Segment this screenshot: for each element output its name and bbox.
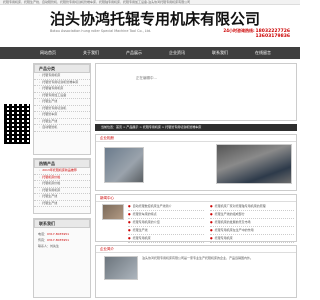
sidebar-products-title: 产品分类: [34, 64, 90, 73]
sidebar-hot-list: 热销产品 2013年托辊机床新品推荐 托辊机床价格 托辊机床价格 托辊专用机床 …: [33, 158, 91, 214]
news-thumbnail[interactable]: [102, 204, 124, 220]
about-photo: [104, 256, 138, 280]
sidebar-hot-title: 热销产品: [34, 159, 90, 168]
nav-item-message[interactable]: 在线留言: [255, 47, 271, 59]
news-item-right[interactable]: ● 托辊专用机床: [210, 235, 294, 243]
qr-code-image: [4, 104, 30, 144]
photo-section: 企业相册: [95, 134, 297, 191]
breadcrumb: 当前位置：首页 > 产品展示 > 托辊专用机床 > 托辊管专用切割机管端车床: [95, 124, 297, 131]
sidebar-item-product[interactable]: 自动辊管机: [34, 125, 90, 132]
contact-phone-label: 电话：: [38, 232, 48, 236]
machine-photo[interactable]: [216, 144, 292, 184]
company-name[interactable]: 泊头协鸿托辊专用机床有限公司: [50, 10, 260, 28]
sidebar-product-list: 产品分类 托辊专用机床 托辊管专用切割机管端车床 托辊轴专用机床 托辊专用加工设…: [33, 63, 91, 155]
nav-item-news[interactable]: 企业资讯: [169, 47, 185, 59]
sidebar-item-hot[interactable]: 托辊生产线: [34, 201, 90, 207]
notice-panel: 正在编辑中...: [95, 63, 297, 121]
about-text: 泊头协鸿托辊专用机床有限公司是一家专业生产托辊机床的企业，产品远销国内外。: [142, 256, 254, 260]
news-item-right[interactable]: ● 托辊专用机床在生产中的作用: [210, 227, 294, 235]
news-item-left[interactable]: ● 托辊生产线: [128, 227, 204, 235]
notice-text: 正在编辑中...: [136, 76, 157, 80]
news-item-right[interactable]: ● 托辊机床的发展前景及市场: [210, 219, 294, 227]
news-item-left[interactable]: ● 托辊专用机床: [128, 235, 204, 243]
hotline-phone-2: 13603179836: [255, 34, 290, 39]
sidebar-contact: 联系我们 电话：0317-8035951 传真：0317-8035951 联系人…: [33, 218, 91, 298]
news-item-left[interactable]: ● 托辊管车床的特点: [128, 211, 204, 219]
contact-fax-label: 传真：: [38, 238, 48, 242]
main-nav: 网站首页 关于我们 产品展示 企业资讯 联系我们 在线留言: [0, 47, 300, 59]
about-section: 企业简介 泊头协鸿托辊专用机床有限公司是一家专业生产托辊机床的企业，产品远销国内…: [95, 245, 297, 298]
contact-fax: 0317-8035951: [47, 238, 70, 242]
news-item-left[interactable]: ● 自动托辊数控机床生产线简介: [128, 203, 204, 211]
news-item-left[interactable]: ● 托辊专用机床的介绍: [128, 219, 204, 227]
nav-item-about[interactable]: 关于我们: [83, 47, 99, 59]
news-item-right[interactable]: ● 托辊机床厂家对托辊轴专用机床的原理: [210, 203, 294, 211]
nav-item-products[interactable]: 产品展示: [126, 47, 142, 59]
hotline-block: 24小时咨询热线: 18032227726 13603179836: [200, 28, 290, 46]
news-section-title: 新闻中心: [96, 195, 296, 202]
nav-item-home[interactable]: 网站首页: [40, 47, 56, 59]
news-item-right[interactable]: ● 托辊生产线的组成部分: [210, 211, 294, 219]
sidebar-contact-title: 联系我们: [34, 219, 90, 228]
contact-phone: 0317-8035951: [47, 232, 70, 236]
photo-section-title: 企业相册: [96, 135, 296, 142]
hotline-label: 24小时咨询热线:: [223, 28, 255, 33]
about-section-title: 企业简介: [96, 246, 296, 253]
news-section: 新闻中心 ● 自动托辊数控机床生产线简介 ● 托辊管车床的特点 ● 托辊专用机床的介绍…: [95, 194, 297, 243]
top-banner-text: 托辊专用机床、托辊生产线、自动辊管机、托辊管专用切割机管端车床、托辊轴专用机床、…: [0, 0, 300, 5]
nav-item-contact[interactable]: 联系我们: [212, 47, 228, 59]
contact-person: 联系人：刘先生: [38, 244, 60, 248]
factory-photo[interactable]: [104, 147, 144, 183]
